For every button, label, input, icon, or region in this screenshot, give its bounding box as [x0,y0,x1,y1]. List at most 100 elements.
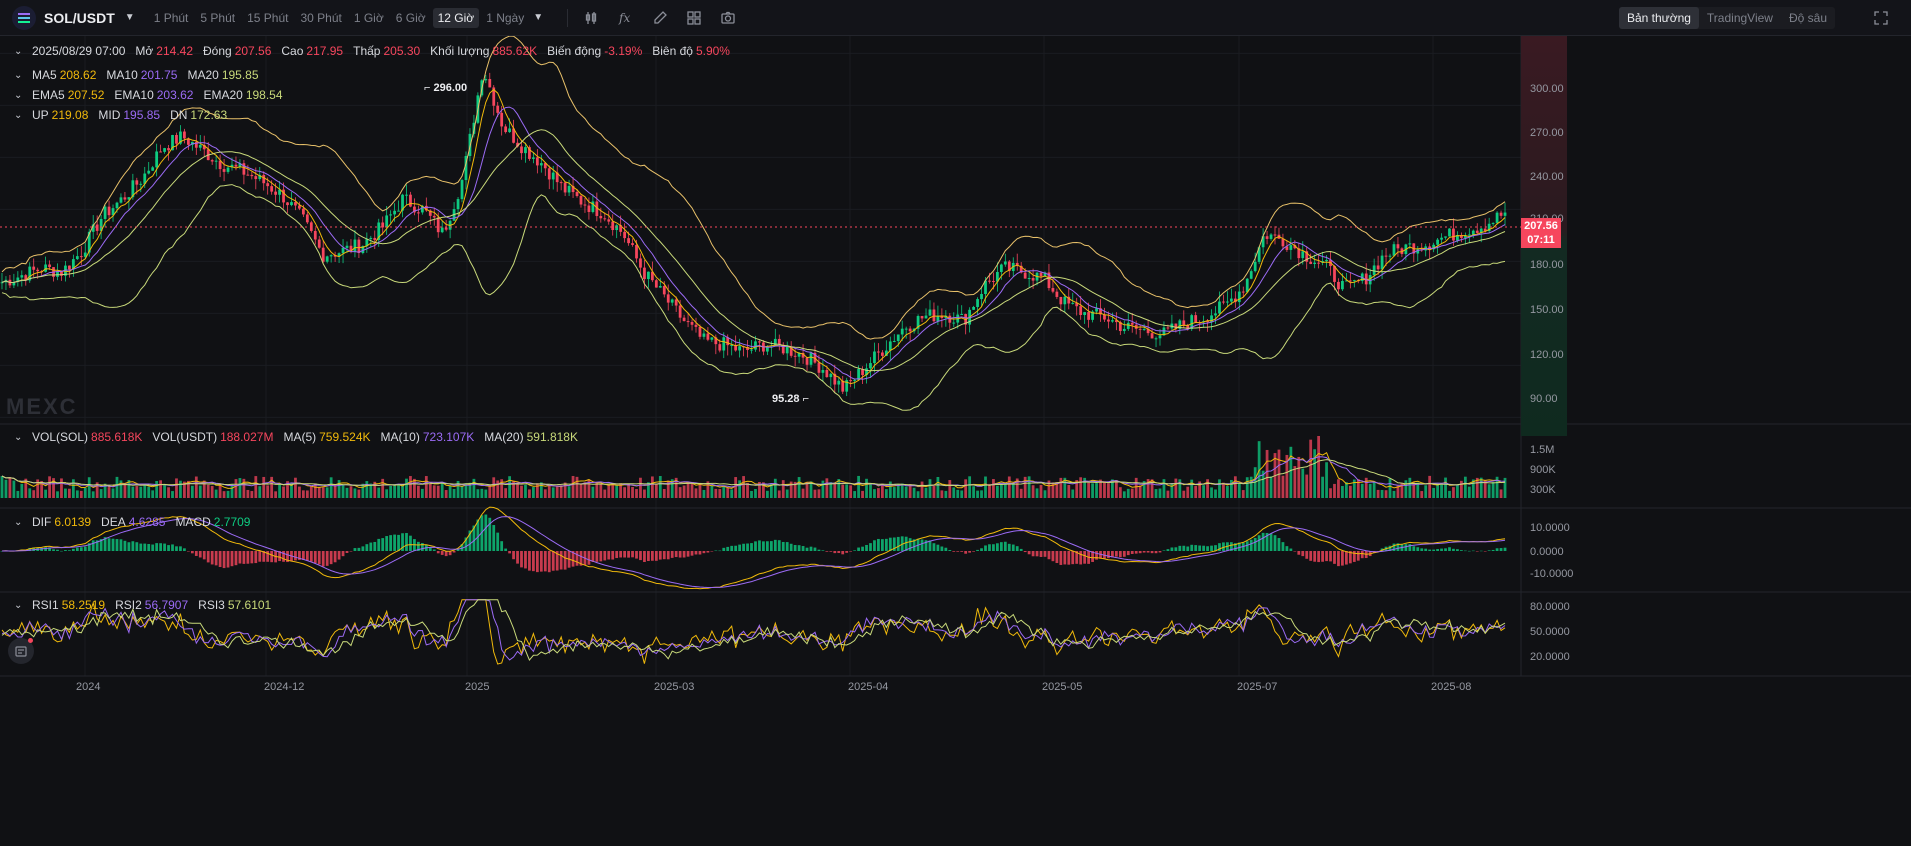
volume-collapse-icon[interactable]: ⌄ [14,432,28,443]
candle-body [1301,251,1305,259]
rsi-collapse-icon[interactable]: ⌄ [14,600,28,611]
interval-5m[interactable]: 5 Phút [195,8,240,28]
volume-bar [325,487,329,498]
interval-1h[interactable]: 1 Giờ [349,8,389,28]
candle-body [405,194,408,196]
macd-histogram-bar [64,550,67,551]
candle-body [750,349,753,351]
view-tradingview-button[interactable]: TradingView [1699,7,1781,29]
volume-bar [690,482,694,498]
interval-15m[interactable]: 15 Phút [242,8,293,28]
candle-body [532,157,535,159]
macd-collapse-icon[interactable]: ⌄ [14,517,28,528]
macd-histogram-bar [1491,549,1495,551]
macd-histogram-bar [1059,551,1063,565]
volume-bar [210,485,214,498]
volume-bar [635,489,638,498]
macd-histogram-bar [881,539,884,551]
candle-body [1289,245,1293,250]
volume-bar [1027,476,1031,498]
volume-panel [0,436,1507,498]
macd-histogram-bar [639,551,642,561]
candle-body [1142,328,1146,330]
volume-bar [591,486,595,498]
candle-body [1214,313,1217,316]
candle-body [1126,322,1130,329]
macd-histogram-bar [682,551,686,558]
time-axis-label: 2025-04 [848,681,889,693]
rsi2-label: RSI2 [115,598,142,612]
ema20-value: 198.54 [245,88,283,102]
interval-dropdown-icon[interactable]: ▼ [533,12,543,23]
volume-bar [393,484,396,498]
candle-body [317,239,321,248]
volume-bar [1424,485,1428,498]
volume-bar [222,491,226,498]
candle-body [904,328,908,330]
volume-bar [163,484,166,498]
change-label: Biến động [547,44,602,58]
draw-icon[interactable] [646,6,674,30]
macd-histogram-bar [214,551,218,566]
macd-histogram-bar [1206,546,1209,551]
volume-bar [1444,477,1447,498]
volume-bar [1376,489,1380,498]
volume-bar [79,490,83,498]
volume-bar [171,491,174,498]
legend-collapse-icon[interactable]: ⌄ [14,46,28,57]
pair-title[interactable]: SOL/USDT [44,10,115,26]
volume-bar [1162,479,1166,498]
volume-bar [496,480,500,498]
interval-12h[interactable]: 12 Giờ [432,7,480,28]
vol-ma5-label: MA(5) [283,430,317,444]
interval-30m[interactable]: 30 Phút [295,8,346,28]
volume-bar [143,483,147,498]
amplitude-value: 5.90% [695,44,730,58]
ema-collapse-icon[interactable]: ⌄ [14,90,28,101]
candle-body [234,164,238,167]
ma-collapse-icon[interactable]: ⌄ [14,70,28,81]
macd-histogram-bar [643,551,646,563]
volume-bar [230,484,234,498]
dif-value: 6.0139 [54,515,92,529]
candle-body [409,194,412,207]
volume-bar [1265,449,1269,498]
candle-body [1059,296,1063,305]
volume-bar [1233,476,1237,498]
view-depth-button[interactable]: Độ sâu [1781,7,1835,29]
price-axis-label: 240.00 [1530,171,1564,183]
macd-histogram-bar [666,551,670,560]
layout-icon[interactable] [680,6,708,30]
candle-body [123,197,127,200]
macd-histogram-bar [1067,551,1071,565]
interval-1d[interactable]: 1 Ngày [481,8,529,28]
candle-body [960,314,964,316]
candle-body [286,202,289,206]
volume-bar [401,485,404,498]
macd-histogram-bar [270,551,274,563]
volume-bar [575,476,579,498]
formula-icon[interactable]: fx [612,6,640,30]
macd-histogram-bar [781,541,785,551]
macd-histogram-bar [1178,545,1182,551]
price-axis-label: 300.00 [1530,83,1564,95]
boll-up-value: 219.08 [51,108,89,122]
volume-bar [532,487,535,498]
interval-1m[interactable]: 1 Phút [149,8,194,28]
fullscreen-icon[interactable] [1871,8,1891,28]
macd-histogram-bar [436,551,440,554]
candle-body [167,148,170,151]
pair-dropdown-icon[interactable]: ▼ [125,12,135,23]
volume-bar [83,487,87,498]
boll-collapse-icon[interactable]: ⌄ [14,110,28,121]
candle-body [1440,237,1443,240]
view-basic-button[interactable]: Bản thường [1618,7,1699,29]
candle-body [1452,228,1455,241]
camera-icon[interactable] [714,6,742,30]
macd-histogram-bar [226,551,230,568]
indicator-icon[interactable] [578,6,606,30]
candle-body [1222,301,1225,303]
macd-histogram-bar [877,538,880,551]
interval-6h[interactable]: 6 Giờ [391,8,431,28]
volume-bar [44,489,47,498]
